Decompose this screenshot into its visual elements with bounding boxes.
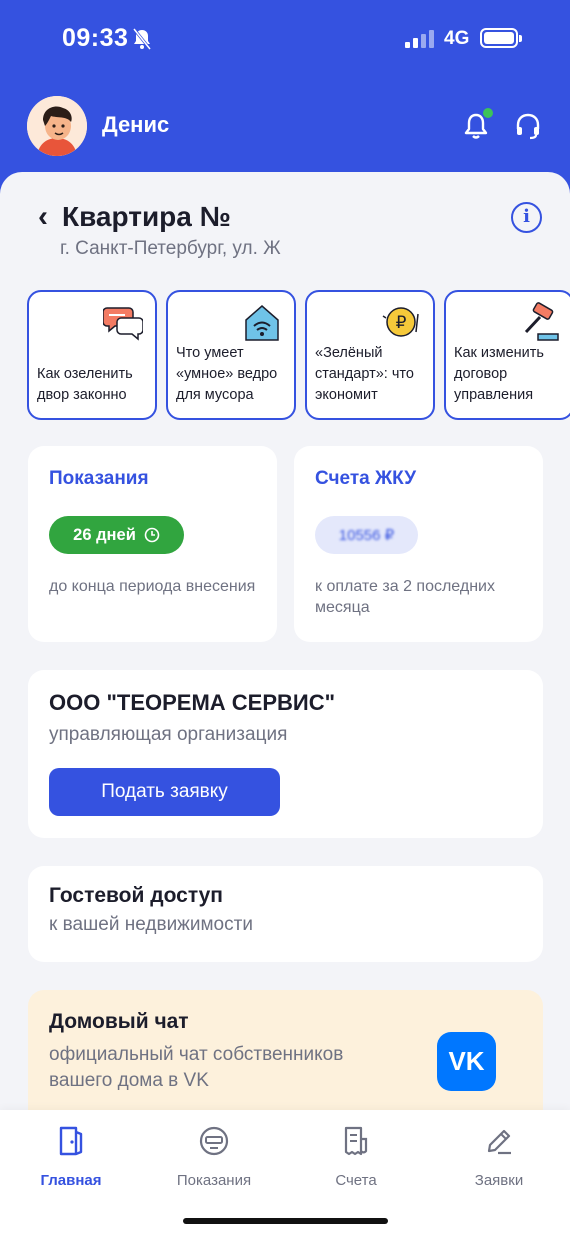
- notification-dot: [483, 108, 493, 118]
- meters-card[interactable]: Показания 26 дней до конца периода внесе…: [28, 446, 277, 642]
- notification-bell-icon[interactable]: [463, 108, 493, 145]
- bills-amount-badge: 10556 ₽: [315, 516, 418, 554]
- svg-text:₽: ₽: [396, 313, 407, 333]
- bottom-navigation: Главная Показания Счета Заявки: [0, 1110, 570, 1235]
- story-card[interactable]: ₽ «Зелёный стандарт»: что экономит: [305, 290, 435, 420]
- story-card[interactable]: Как изменить договор управления: [444, 290, 570, 420]
- main-sheet: ‹ Квартира № i г. Санкт-Петербург, ул. Ж…: [0, 172, 570, 1235]
- nav-home[interactable]: Главная: [11, 1124, 131, 1189]
- nav-label: Заявки: [474, 1172, 524, 1189]
- door-icon: [59, 1126, 83, 1156]
- nav-label: Главная: [40, 1172, 102, 1189]
- chat-bubbles-icon: [103, 307, 143, 341]
- bills-amount: 10556 ₽: [338, 527, 395, 544]
- ruble-coin-icon: ₽: [382, 307, 419, 337]
- support-headset-icon[interactable]: [514, 112, 542, 145]
- signal-icon: [405, 30, 434, 48]
- property-title-row: ‹ Квартира №: [38, 200, 231, 234]
- vk-logo-icon[interactable]: VK: [437, 1032, 496, 1091]
- user-name: Денис: [102, 112, 170, 137]
- days-left-text: 26 дней: [73, 525, 136, 544]
- bell-off-icon: [132, 28, 152, 50]
- story-text: Что умеет «умное» ведро для мусора: [176, 345, 278, 403]
- meter-icon: [199, 1126, 229, 1156]
- company-name: ООО "ТЕОРЕМА СЕРВИС": [49, 690, 336, 715]
- guest-access-subtitle: к вашей недвижимости: [49, 914, 253, 935]
- house-chat-title: Домовый чат: [49, 1010, 189, 1033]
- submit-request-button[interactable]: Подать заявку: [49, 768, 280, 816]
- bills-subtitle: к оплате за 2 последних месяца: [315, 578, 495, 616]
- meters-subtitle: до конца периода внесения: [49, 578, 256, 595]
- property-title: Квартира №: [62, 201, 231, 232]
- gavel-icon: [524, 302, 559, 341]
- days-left-badge: 26 дней: [49, 516, 184, 554]
- story-text: Как озеленить двор законно: [37, 366, 133, 403]
- nav-label: Счета: [335, 1172, 377, 1189]
- status-time: 09:33: [62, 24, 129, 52]
- bills-card[interactable]: Счета ЖКУ 10556 ₽ к оплате за 2 последни…: [294, 446, 543, 642]
- house-chat-subtitle: официальный чат собственников вашего дом…: [49, 1044, 344, 1091]
- smart-home-icon: [245, 305, 279, 341]
- network-type: 4G: [444, 28, 470, 49]
- avatar[interactable]: [27, 96, 87, 156]
- nav-meters[interactable]: Показания: [154, 1124, 274, 1189]
- app-header: Денис: [0, 96, 570, 158]
- back-chevron-icon[interactable]: ‹: [38, 200, 48, 234]
- management-company-card: ООО "ТЕОРЕМА СЕРВИС" управляющая организ…: [28, 670, 543, 838]
- story-text: Как изменить договор управления: [454, 345, 544, 403]
- story-card[interactable]: Что умеет «умное» ведро для мусора: [166, 290, 296, 420]
- clock-icon: [144, 527, 160, 543]
- receipt-icon: [344, 1126, 368, 1156]
- avatar-illustration: [27, 96, 87, 156]
- nav-label: Показания: [176, 1172, 252, 1189]
- property-address: г. Санкт-Петербург, ул. Ж: [60, 238, 281, 259]
- story-text: «Зелёный стандарт»: что экономит: [315, 345, 414, 403]
- pencil-icon: [487, 1129, 511, 1155]
- home-indicator: [183, 1218, 388, 1224]
- stories-carousel[interactable]: Как озеленить двор законно Что умеет «ум…: [27, 290, 570, 420]
- guest-access-card[interactable]: Гостевой доступ к вашей недвижимости: [28, 866, 543, 962]
- info-icon[interactable]: i: [511, 202, 542, 233]
- meters-title: Показания: [49, 468, 149, 489]
- story-card[interactable]: Как озеленить двор законно: [27, 290, 157, 420]
- bills-title: Счета ЖКУ: [315, 468, 417, 489]
- battery-icon: [480, 28, 522, 48]
- nav-requests[interactable]: Заявки: [439, 1124, 559, 1189]
- status-bar: 09:33 4G: [0, 0, 570, 80]
- nav-bills[interactable]: Счета: [296, 1124, 416, 1189]
- company-role: управляющая организация: [49, 724, 288, 745]
- guest-access-title: Гостевой доступ: [49, 884, 223, 907]
